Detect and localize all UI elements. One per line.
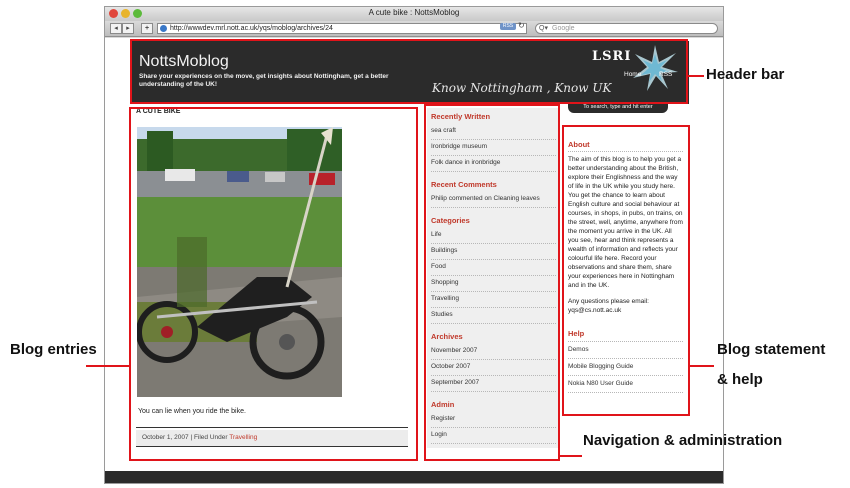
header-bar-label: Header bar	[706, 66, 785, 83]
forward-button[interactable]: ▸	[122, 23, 134, 34]
search-icon: Q▾	[539, 25, 548, 32]
url-text: http://wwwdev.mrl.nott.ac.uk/yqs/moblog/…	[170, 25, 333, 32]
figure: A cute bike : NottsMoblog ◂ ▸ + http://w…	[0, 0, 850, 488]
search-placeholder: Google	[552, 25, 575, 32]
blog-statement-highlight	[562, 125, 690, 416]
navigation-label: Navigation & administration	[583, 432, 783, 449]
blog-entries-label: Blog entries	[10, 341, 97, 358]
globe-icon	[160, 25, 167, 32]
add-bookmark-button[interactable]: +	[141, 23, 153, 34]
blog-entries-leader	[86, 365, 129, 367]
window-title: A cute bike : NottsMoblog	[368, 8, 460, 17]
navigation-highlight	[424, 104, 560, 461]
browser-toolbar: ◂ ▸ + http://wwwdev.mrl.nott.ac.uk/yqs/m…	[105, 21, 723, 37]
header-bar-leader	[688, 75, 704, 77]
title-bar: A cute bike : NottsMoblog	[105, 7, 723, 21]
header-bar-highlight	[130, 39, 688, 104]
blog-statement-leader	[690, 365, 714, 367]
blog-entries-highlight	[129, 107, 418, 461]
page-footer	[105, 471, 723, 483]
navigation-leader	[560, 455, 582, 457]
search-input[interactable]: Q▾ Google	[535, 23, 718, 34]
back-button[interactable]: ◂	[110, 23, 122, 34]
blog-statement-label-help: & help	[717, 371, 763, 388]
address-bar[interactable]: http://wwwdev.mrl.nott.ac.uk/yqs/moblog/…	[157, 23, 527, 34]
rss-badge[interactable]: RSS	[500, 23, 516, 30]
reload-icon[interactable]: ↻	[518, 21, 525, 30]
blog-statement-label: Blog statement	[717, 341, 826, 358]
